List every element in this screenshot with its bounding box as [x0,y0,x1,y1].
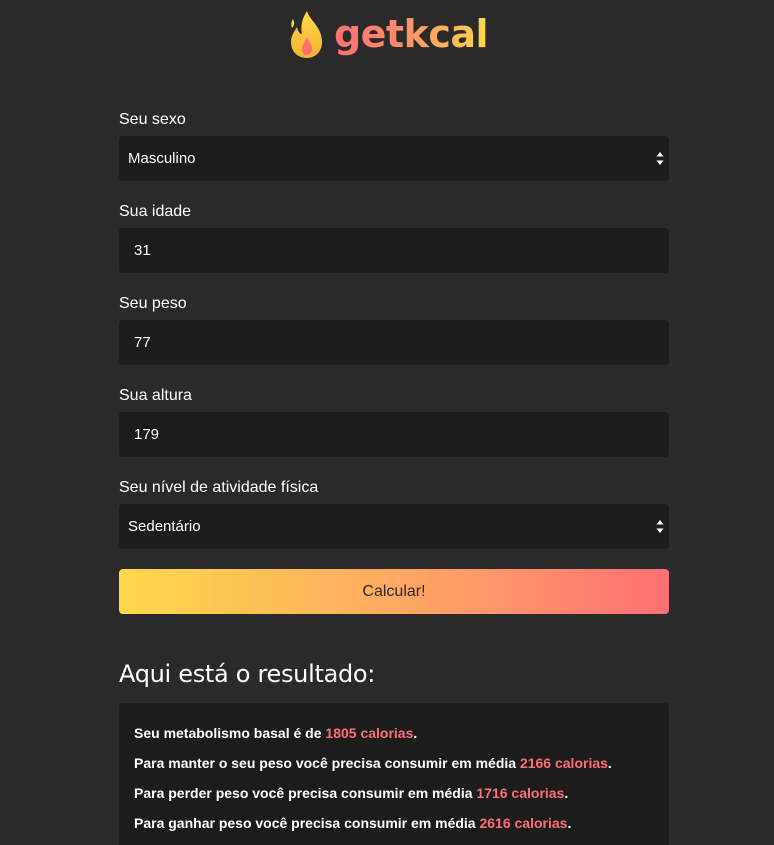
result-line-basal: Seu metabolismo basal é de 1805 calorias… [134,723,654,753]
result-suffix: . [567,815,572,831]
age-label: Sua idade [119,203,192,220]
result-line-maintain: Para manter o seu peso você precisa cons… [134,753,654,783]
result-value: 1716 calorias [476,785,565,801]
result-line-gain: Para ganhar peso você precisa consumir e… [134,813,654,843]
calculate-button[interactable]: Calcular! [119,569,669,614]
weight-label: Seu peso [119,295,187,312]
result-line-lose: Para perder peso você precisa consumir e… [134,783,654,813]
weight-group: Seu peso 77 [119,293,669,381]
result-box: Seu metabolismo basal é de 1805 calorias… [119,703,669,845]
logo-text: getkcal [334,8,489,60]
activity-group: Seu nível de atividade física Sedentário [119,477,669,565]
height-group: Sua altura 179 [119,385,669,473]
result-text: Para manter o seu peso você precisa cons… [134,755,520,771]
result-suffix: . [607,755,612,771]
result-value: 2616 calorias [479,815,568,831]
activity-select[interactable]: Sedentário [119,504,669,549]
height-input[interactable]: 179 [119,412,669,457]
result-text: Seu metabolismo basal é de [134,725,326,741]
result-suffix: . [564,785,569,801]
age-group: Sua idade 31 [119,201,669,289]
age-input[interactable]: 31 [119,228,669,273]
result-value: 1805 calorias [325,725,414,741]
page: getkcal Seu sexo Masculino Sua idade 31 … [0,0,774,845]
sex-label: Seu sexo [119,111,186,128]
flame-icon [290,11,322,58]
age-input-value: 31 [134,242,151,259]
logo[interactable]: getkcal [0,8,774,60]
height-input-value: 179 [134,426,160,443]
select-arrows-icon [656,520,664,533]
select-arrows-icon [656,152,664,165]
activity-label: Seu nível de atividade física [119,479,319,496]
height-label: Sua altura [119,387,192,404]
activity-select-value: Sedentário [128,518,201,535]
result-value: 2166 calorias [519,755,608,771]
result-suffix: . [413,725,418,741]
result-text: Para perder peso você precisa consumir e… [134,785,477,801]
weight-input-value: 77 [134,334,151,351]
weight-input[interactable]: 77 [119,320,669,365]
result-title: Aqui está o resultado: [119,660,376,688]
calorie-form: Seu sexo Masculino Sua idade 31 Seu peso… [119,105,669,565]
sex-select[interactable]: Masculino [119,136,669,181]
sex-group: Seu sexo Masculino [119,109,669,197]
sex-select-value: Masculino [128,150,196,167]
result-text: Para ganhar peso você precisa consumir e… [134,815,480,831]
